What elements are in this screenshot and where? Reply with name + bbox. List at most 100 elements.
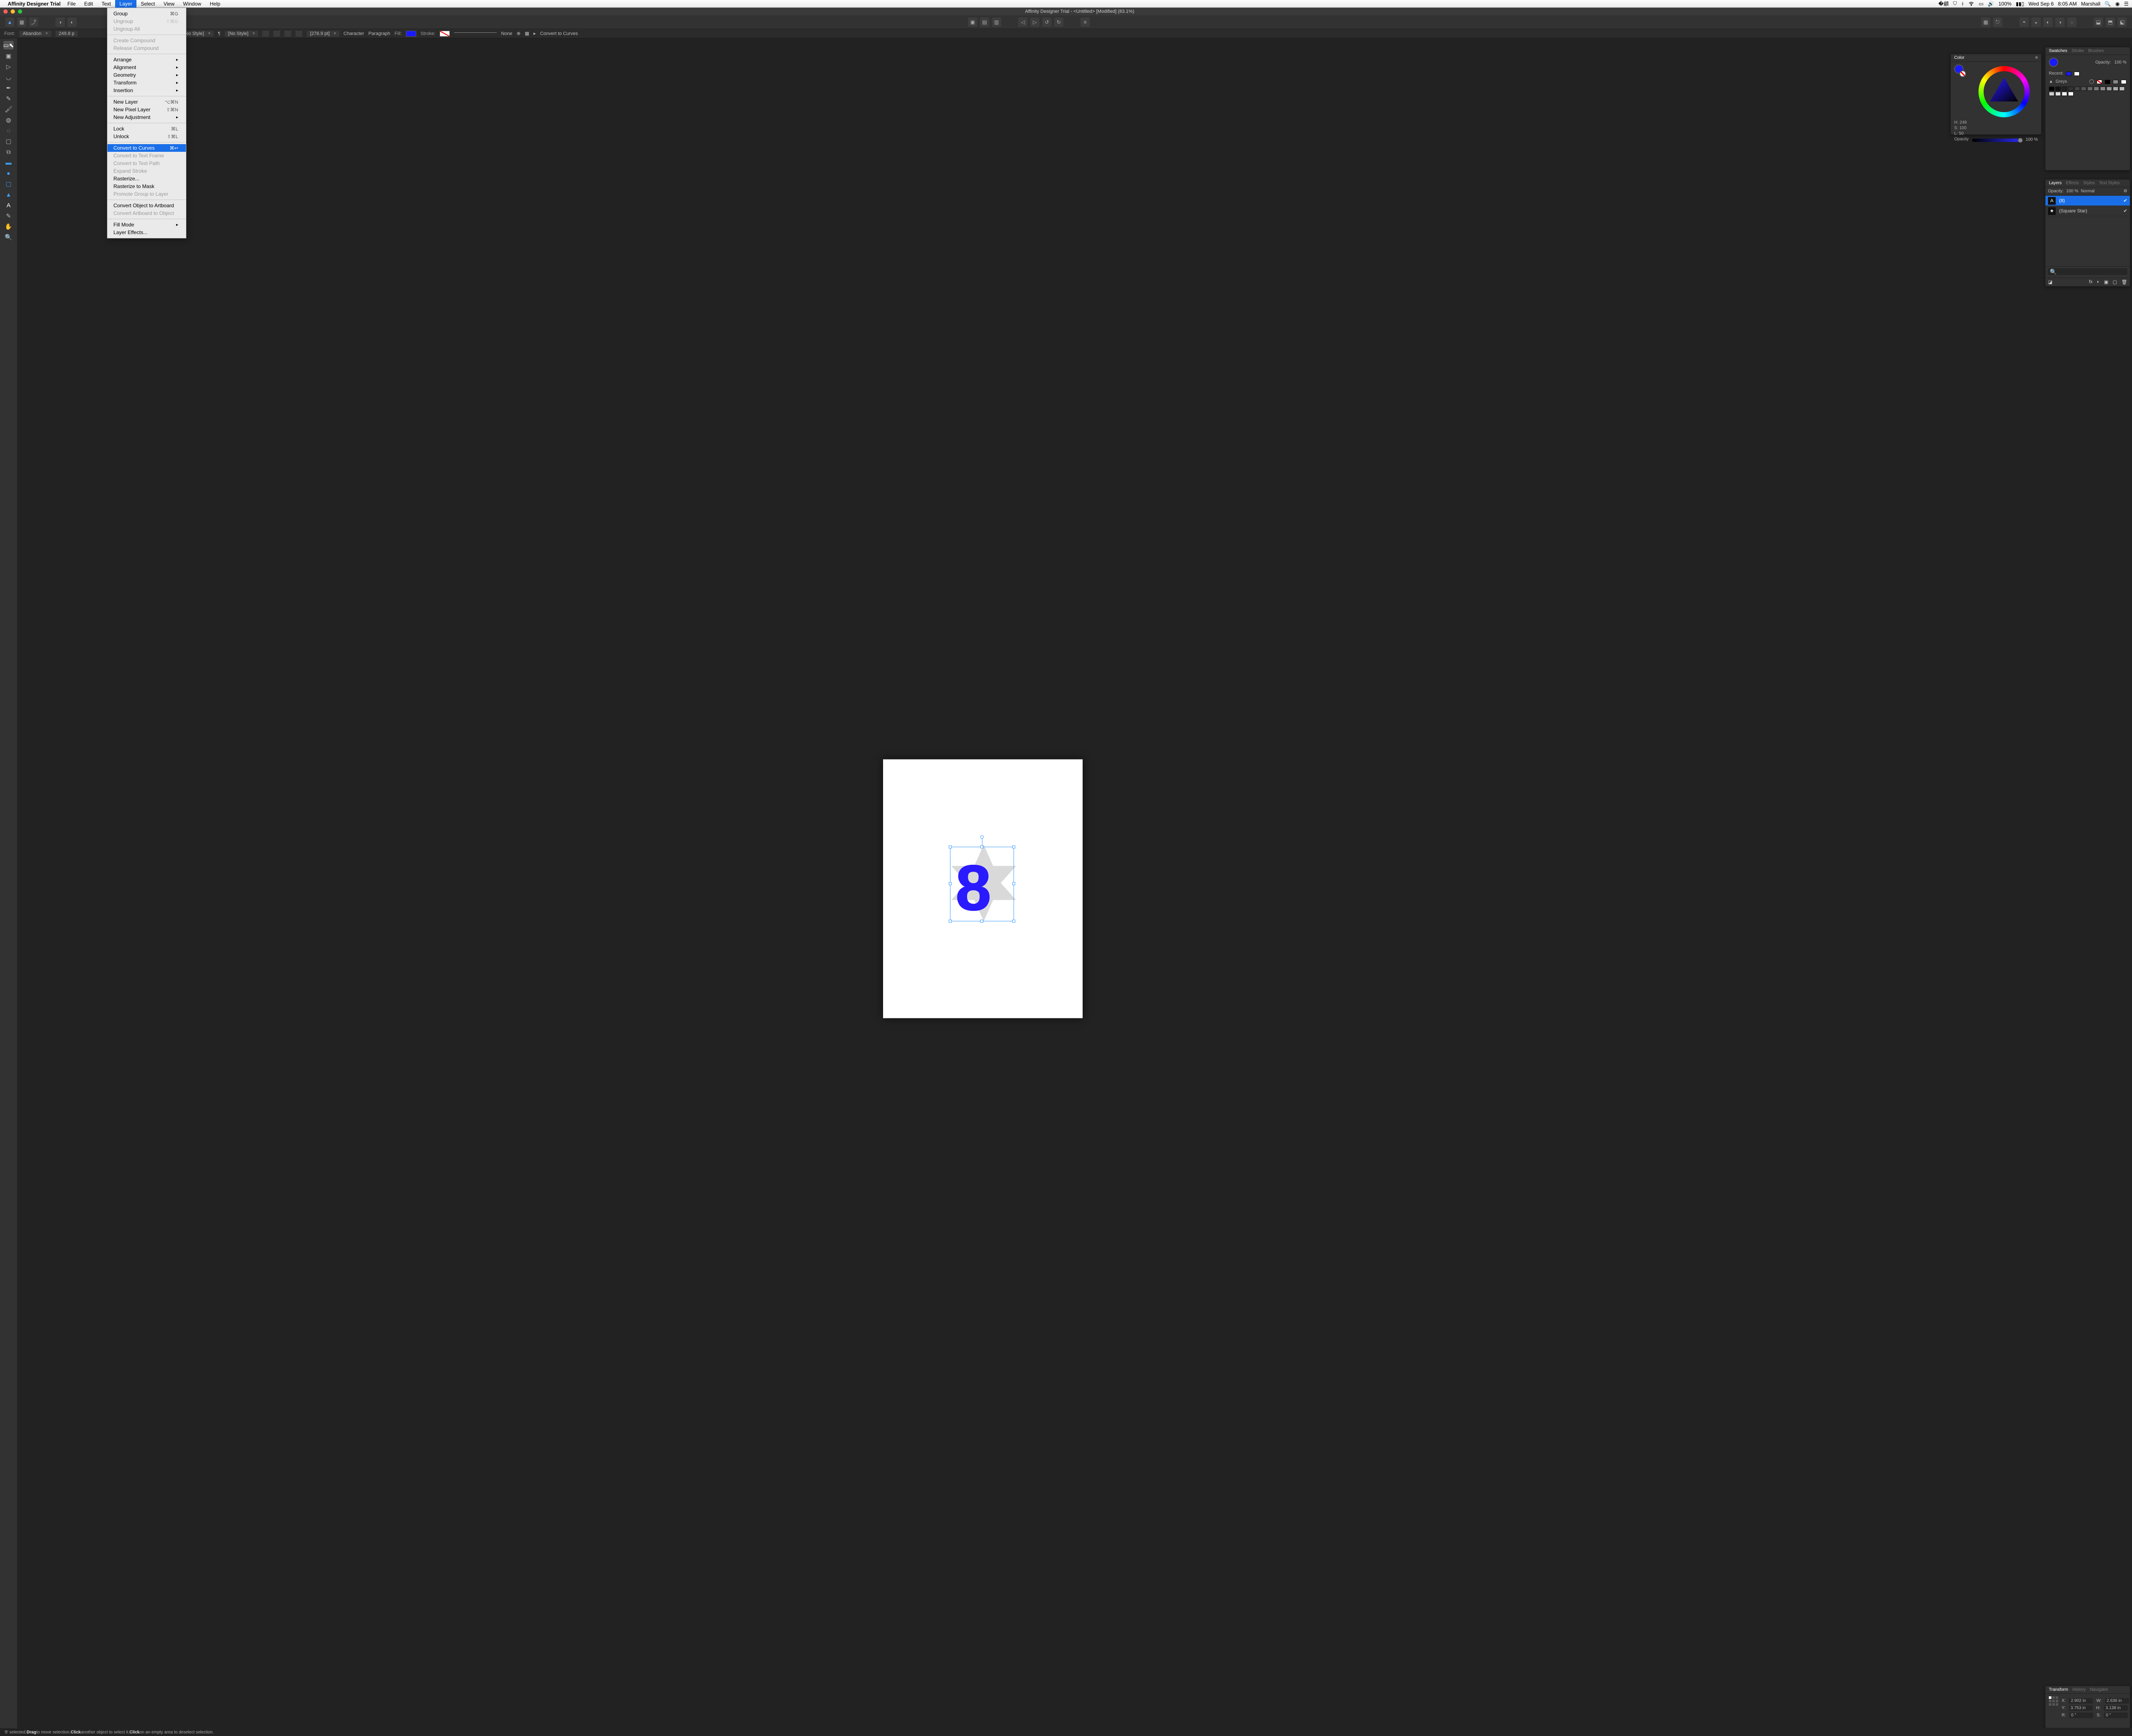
adjustment-icon[interactable]: ◐ [2097, 279, 2100, 285]
para-style-select[interactable]: [No Style] [225, 31, 258, 37]
order-back-icon[interactable]: ▣ [968, 17, 977, 27]
menu-item[interactable]: Group⌘G [107, 10, 186, 17]
group-icon[interactable]: ▣ [2104, 279, 2108, 285]
menu-layer[interactable]: Layer [115, 0, 136, 8]
styles-tab[interactable]: Styles [2083, 181, 2094, 185]
stroke-tab[interactable]: Stroke [2071, 49, 2084, 53]
para-icon[interactable]: ¶ [218, 31, 220, 36]
menu-item[interactable]: Convert to Curves⌘↩ [107, 144, 186, 152]
resize-handle[interactable] [1012, 845, 1015, 848]
fill-color-chip[interactable] [406, 31, 416, 37]
bluetooth-icon[interactable]: ᚼ [1961, 1, 1964, 7]
insert-behind-icon[interactable]: ⬒ [2106, 17, 2115, 27]
convert-curves-icon[interactable]: ▸ [533, 31, 536, 36]
layer-row[interactable]: A(8)✔ [2045, 196, 2130, 206]
pencil-tool-icon[interactable]: ✎ [3, 94, 14, 103]
grey-swatch[interactable] [2049, 87, 2054, 91]
stroke-color-chip[interactable] [440, 31, 450, 37]
menubar-date[interactable]: Wed Sep 6 [2028, 1, 2054, 7]
selection-box[interactable] [950, 846, 1014, 921]
lock-children-icon[interactable]: ▦ [525, 31, 529, 36]
bool-div-icon[interactable]: ◌ [2067, 17, 2077, 27]
menu-edit[interactable]: Edit [80, 0, 97, 8]
fx-icon[interactable]: fx [2089, 279, 2093, 285]
menu-window[interactable]: Window [179, 0, 206, 8]
flip-v-icon[interactable]: ▷ [1030, 17, 1040, 27]
menu-item[interactable]: New Adjustment [107, 113, 186, 121]
text-tool-icon[interactable]: A [3, 201, 14, 209]
opacity-slider[interactable] [1972, 139, 2022, 142]
place-tool-icon[interactable]: ▢ [3, 137, 14, 145]
pan-tool-icon[interactable]: ✋ [3, 222, 14, 231]
rotation-handle[interactable] [980, 835, 984, 838]
add-swatch-icon[interactable]: ◯ [2089, 79, 2094, 84]
app-name[interactable]: Affinity Designer Trial [8, 1, 61, 7]
navigator-tab[interactable]: Navigator [2090, 1687, 2108, 1692]
mask-icon[interactable]: ◪ [2048, 279, 2052, 285]
insert-top-icon[interactable]: ⬕ [2118, 17, 2127, 27]
toolbar-preview-icon[interactable]: ◐ [67, 17, 77, 27]
menu-item[interactable]: Geometry [107, 71, 186, 79]
convert-curves-button[interactable]: Convert to Curves [540, 31, 578, 36]
resize-handle[interactable] [980, 845, 983, 848]
font-select[interactable]: Abandon [19, 31, 51, 37]
grey-swatch[interactable] [2074, 87, 2080, 91]
text-styles-tab[interactable]: Text Styles [2099, 181, 2120, 185]
order-down-icon[interactable]: ▥ [992, 17, 1001, 27]
menu-item[interactable]: Insertion [107, 87, 186, 94]
grey-swatch[interactable] [2049, 92, 2054, 96]
grey-swatch[interactable] [2094, 87, 2099, 91]
effects-tab[interactable]: Effects [2066, 181, 2079, 185]
x-field[interactable]: 2.902 in [2069, 1698, 2093, 1704]
shape-polygon-icon[interactable]: ▲ [3, 190, 14, 199]
layers-tab[interactable]: Layers [2049, 181, 2062, 185]
shape-rrect-icon[interactable]: ▢ [3, 180, 14, 188]
palette-icon[interactable]: ▲ [2049, 79, 2053, 84]
fill-tool-icon[interactable]: ◍ [3, 116, 14, 124]
menu-item[interactable]: Layer Effects... [107, 229, 186, 236]
h-field[interactable]: 3.138 in [2104, 1705, 2128, 1711]
color-tab[interactable]: Color [1954, 55, 1964, 60]
resize-handle[interactable] [1012, 919, 1015, 922]
menu-select[interactable]: Select [136, 0, 159, 8]
grey-swatch[interactable] [2068, 92, 2074, 96]
crop-tool-icon[interactable]: ⧉ [3, 148, 14, 156]
layer-visible-checkbox[interactable]: ✔ [2123, 198, 2127, 203]
magnet-icon[interactable]: ⎋ [1993, 17, 2002, 27]
mid-swatch[interactable] [2113, 80, 2118, 84]
menu-item[interactable]: Transform [107, 79, 186, 87]
persona-pixel-icon[interactable]: ▦ [17, 17, 26, 27]
shape-rect-icon[interactable]: ▬ [3, 158, 14, 167]
document-page[interactable]: 8 [883, 759, 1083, 1018]
layer-row[interactable]: ★(Square Star)✔ [2045, 206, 2130, 216]
color-wheel[interactable] [1978, 66, 2030, 117]
stroke-width-slider[interactable] [454, 32, 497, 33]
anchor-grid[interactable] [2049, 1696, 2058, 1707]
menu-item[interactable]: Arrange [107, 56, 186, 64]
notification-icon[interactable]: ☰ [2124, 1, 2129, 7]
blend-mode-select[interactable]: Normal [2081, 189, 2121, 194]
resize-handle[interactable] [949, 845, 952, 848]
align-left-icon[interactable] [262, 31, 269, 37]
menu-item[interactable]: Rasterize to Mask [107, 183, 186, 190]
battery-percent[interactable]: 100% [1999, 1, 2012, 7]
menu-item[interactable]: Rasterize... [107, 175, 186, 183]
siri-icon[interactable]: ◉ [2115, 1, 2120, 7]
align-icon[interactable]: ≡ [1080, 17, 1090, 27]
history-tab[interactable]: History [2072, 1687, 2086, 1692]
grey-swatch[interactable] [2055, 92, 2061, 96]
grey-swatch[interactable] [2055, 87, 2061, 91]
snap-icon[interactable]: ▦ [1981, 17, 1990, 27]
menu-view[interactable]: View [159, 0, 179, 8]
battery-icon[interactable]: ▮▮▯ [2016, 1, 2024, 7]
recent-swatch[interactable] [2074, 72, 2080, 76]
grey-swatch[interactable] [2100, 87, 2106, 91]
swatch-opacity-field[interactable]: 100 % [2115, 60, 2126, 65]
resize-handle[interactable] [949, 919, 952, 922]
resize-handle[interactable] [1012, 882, 1015, 885]
font-size-field[interactable]: 249.8 p [55, 31, 78, 37]
grey-swatch[interactable] [2113, 87, 2118, 91]
frame-text-tool-icon[interactable]: ✎ [3, 212, 14, 220]
minimize-window-button[interactable] [11, 9, 15, 14]
zoom-window-button[interactable] [18, 9, 22, 14]
